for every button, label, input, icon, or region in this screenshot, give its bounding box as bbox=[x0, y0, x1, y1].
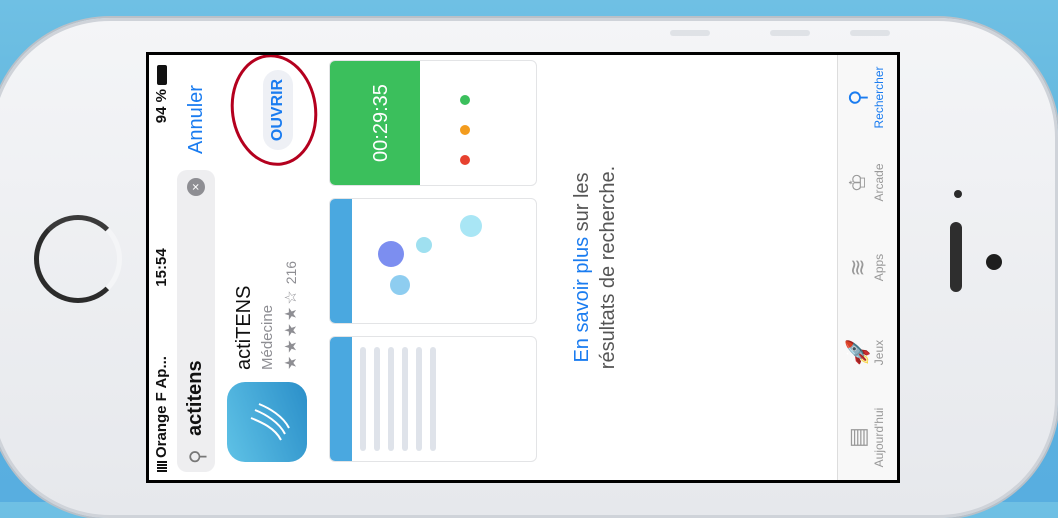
tab-games[interactable]: 🚀 Jeux bbox=[844, 310, 886, 395]
tab-apps[interactable]: ≋ Apps bbox=[844, 225, 886, 310]
screen: Orange F Ap... 15:54 94 % ⚲ actitens × A… bbox=[149, 55, 897, 480]
volume-button bbox=[670, 30, 710, 36]
tab-bar: ▤ Aujourd'hui 🚀 Jeux ≋ Apps ♔ Arcade ⚲ R… bbox=[837, 55, 897, 480]
screenshot-2[interactable] bbox=[329, 198, 537, 324]
tab-arcade[interactable]: ♔ Arcade bbox=[844, 140, 886, 225]
actitens-wave-icon bbox=[250, 403, 290, 441]
power-button bbox=[850, 30, 890, 36]
chart-bubble bbox=[416, 237, 432, 253]
battery-icon bbox=[157, 65, 167, 85]
apps-stack-icon: ≋ bbox=[845, 258, 870, 277]
cancel-button[interactable]: Annuler bbox=[185, 85, 208, 154]
screenshot-timer: 00:29:35 bbox=[370, 84, 392, 162]
screenshot-line bbox=[402, 347, 408, 451]
search-query: actitens bbox=[184, 360, 206, 436]
app-icon[interactable] bbox=[227, 382, 307, 462]
screenshot-line bbox=[374, 347, 380, 451]
search-row: ⚲ actitens × Annuler bbox=[177, 62, 215, 472]
front-camera bbox=[986, 254, 1002, 270]
tab-search[interactable]: ⚲ Rechercher bbox=[844, 55, 886, 140]
chart-bubble bbox=[390, 275, 410, 295]
app-screenshots[interactable]: 00:29:35 bbox=[329, 60, 539, 462]
screenshot-1[interactable] bbox=[329, 336, 537, 462]
control-dot bbox=[460, 95, 470, 105]
control-dot bbox=[460, 155, 470, 165]
screenshot-header bbox=[330, 337, 352, 461]
learn-more-link[interactable]: En savoir plus bbox=[571, 237, 593, 363]
rating-count: 216 bbox=[283, 260, 299, 285]
home-button[interactable] bbox=[34, 215, 122, 303]
app-title: actiTENS bbox=[233, 285, 255, 370]
volume-button bbox=[770, 30, 810, 36]
search-result-app[interactable]: actiTENS Médecine ★★★★☆216 OUVRIR bbox=[223, 55, 325, 462]
more-results-text[interactable]: En savoir plus sur les résultats de rech… bbox=[569, 55, 621, 480]
search-input[interactable]: ⚲ actitens × bbox=[177, 170, 215, 472]
earpiece-speaker bbox=[950, 222, 962, 292]
control-dot bbox=[460, 125, 470, 135]
clear-search-icon[interactable]: × bbox=[187, 178, 205, 196]
red-circle-annotation bbox=[223, 55, 325, 172]
search-icon: ⚲ bbox=[187, 449, 209, 464]
battery: 94 % bbox=[153, 65, 170, 123]
screen-frame: Orange F Ap... 15:54 94 % ⚲ actitens × A… bbox=[146, 52, 900, 483]
screenshot-3[interactable]: 00:29:35 bbox=[329, 60, 537, 186]
search-icon: ⚲ bbox=[845, 89, 870, 106]
screenshot-line bbox=[360, 347, 366, 451]
rocket-icon: 🚀 bbox=[845, 338, 870, 367]
star-rating-icon: ★★★★☆ bbox=[283, 288, 300, 370]
arcade-icon: ♔ bbox=[845, 172, 870, 193]
today-icon: ▤ bbox=[845, 427, 870, 448]
sensor-dot bbox=[954, 190, 962, 198]
status-bar: Orange F Ap... 15:54 94 % bbox=[149, 55, 171, 480]
screenshot-line bbox=[416, 347, 422, 451]
chart-bubble bbox=[378, 241, 404, 267]
chart-bubble bbox=[460, 215, 482, 237]
app-rating: ★★★★☆ 216 bbox=[281, 261, 301, 370]
screenshot-header bbox=[330, 199, 352, 323]
tab-today[interactable]: ▤ Aujourd'hui bbox=[844, 395, 886, 480]
screenshot-line bbox=[388, 347, 394, 451]
app-category: Médecine bbox=[259, 304, 276, 370]
screenshot-line bbox=[430, 347, 436, 451]
app-store-search-screen: Orange F Ap... 15:54 94 % ⚲ actitens × A… bbox=[149, 55, 897, 480]
